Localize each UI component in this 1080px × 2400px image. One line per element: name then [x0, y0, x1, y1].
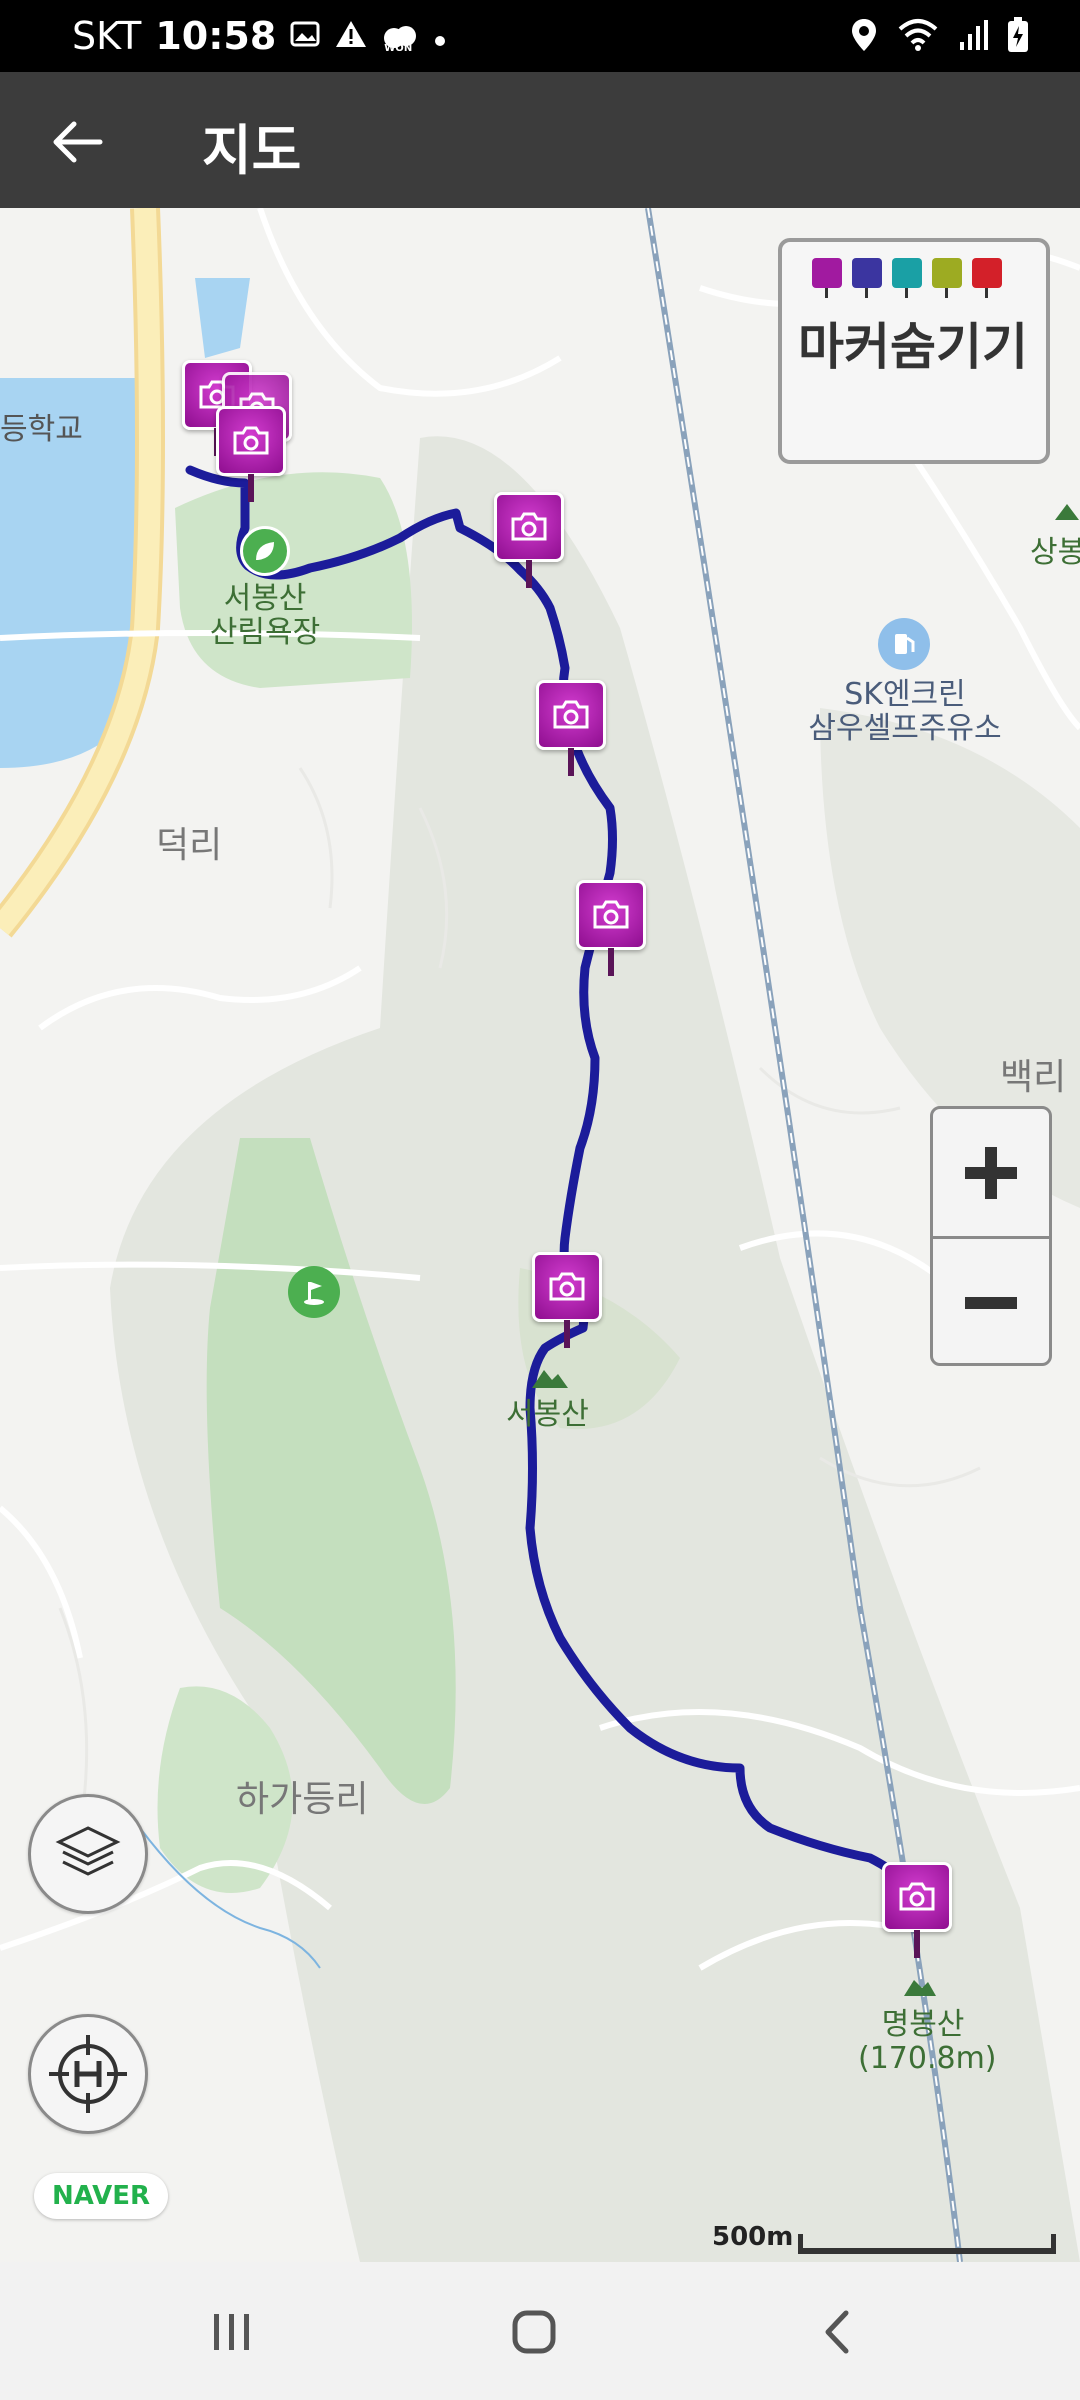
recent-apps-button[interactable] [192, 2296, 272, 2368]
map-view[interactable]: 등학교 서봉산 산림욕장 덕리 SK엔크린 삼우셀프주유소 상봉 백리 서봉산 … [0, 208, 1080, 2262]
minus-icon [965, 1296, 1017, 1309]
photo-marker[interactable] [882, 1862, 952, 1960]
golf-poi-icon[interactable] [288, 1266, 340, 1318]
forest-bath-poi-icon[interactable] [240, 526, 290, 576]
layers-icon [55, 1826, 121, 1876]
peak-icon [1054, 502, 1080, 522]
won-label: WON [384, 43, 413, 54]
camera-icon [532, 1252, 602, 1322]
hagadeungri-label: 하가등리 [236, 1779, 369, 1820]
memo-marker-type-icon [932, 258, 962, 298]
camera-icon [494, 492, 564, 562]
gas-station-label: SK엔크린 삼우셀프주유소 [808, 677, 1002, 746]
gas-station-poi-icon[interactable] [878, 618, 930, 670]
baekri-label: 백리 [1000, 1057, 1067, 1098]
naver-logo[interactable]: NAVER [34, 2173, 168, 2219]
app-bar: 지도 [0, 72, 1080, 208]
camera-icon [882, 1862, 952, 1932]
peak-icon [902, 1976, 938, 1998]
camera-icon [536, 680, 606, 750]
system-back-button[interactable] [796, 2296, 876, 2368]
myeongbongsan-label: 명봉산 (170.8m) [858, 2007, 997, 2076]
scale-bar [798, 2234, 1056, 2254]
sangbong-label: 상봉 [1030, 535, 1080, 570]
page-title: 지도 [202, 119, 302, 182]
arrow-left-icon [53, 121, 103, 163]
map-scale: 500m [712, 2222, 1060, 2262]
school-label: 등학교 [0, 412, 83, 447]
system-nav-bar [0, 2262, 1080, 2400]
signal-icon [958, 18, 988, 56]
location-icon [850, 17, 878, 57]
photo-marker[interactable] [576, 880, 646, 978]
status-bar: SKT 10:58 WON [0, 0, 1080, 72]
zoom-in-button[interactable] [933, 1109, 1049, 1236]
clock: 10:58 [155, 14, 277, 58]
scale-label: 500m [712, 2222, 794, 2252]
hide-markers-label: 마커숨기기 [798, 318, 1028, 376]
notification-dot-icon [432, 14, 448, 58]
photo-marker-type-icon [812, 258, 842, 298]
zoom-out-button[interactable] [933, 1239, 1049, 1366]
warning-icon [334, 14, 368, 58]
battery-charging-icon [1006, 16, 1030, 58]
home-icon [512, 2310, 556, 2354]
plus-icon [965, 1146, 1017, 1199]
video-marker-type-icon [852, 258, 882, 298]
zoom-controls [930, 1106, 1052, 1366]
current-location-button[interactable] [28, 2014, 148, 2134]
camera-icon [576, 880, 646, 950]
pin-marker-type-icon [892, 258, 922, 298]
hide-markers-button[interactable]: 마커숨기기 [778, 238, 1050, 464]
photo-marker[interactable] [494, 492, 564, 590]
wifi-icon [896, 17, 940, 57]
carrier-label: SKT [72, 14, 142, 58]
gallery-icon [290, 14, 320, 58]
home-button[interactable] [494, 2296, 574, 2368]
photo-marker[interactable] [536, 680, 606, 778]
flag-marker-type-icon [972, 258, 1002, 298]
camera-icon [216, 406, 286, 476]
forest-bath-label: 서봉산 산림욕장 [209, 581, 321, 650]
recent-apps-icon [214, 2314, 249, 2350]
photo-marker[interactable] [532, 1252, 602, 1350]
crosshair-icon [49, 2035, 127, 2113]
chevron-left-icon [825, 2310, 849, 2354]
photo-marker[interactable] [216, 406, 286, 504]
seobongsan-label: 서봉산 [506, 1397, 589, 1432]
back-button[interactable] [38, 102, 118, 182]
peak-icon [530, 1366, 570, 1390]
won-icon: WON [382, 17, 418, 55]
layers-button[interactable] [28, 1794, 148, 1914]
deokri-label: 덕리 [156, 825, 223, 866]
